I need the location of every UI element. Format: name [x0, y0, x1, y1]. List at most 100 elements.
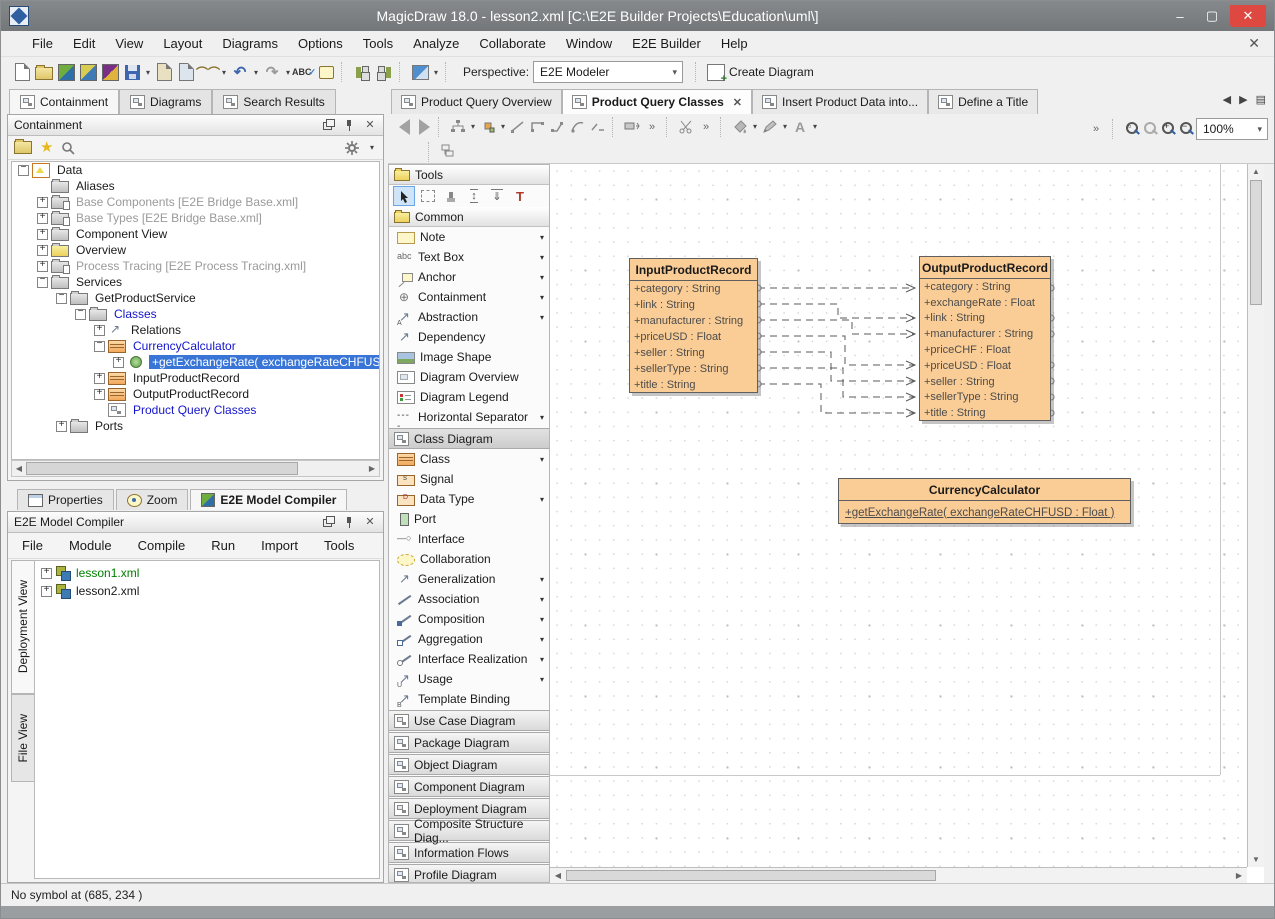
palette-item-composition[interactable]: Composition — [389, 609, 549, 629]
palette-item-containment[interactable]: Containment — [389, 287, 549, 307]
expander-icon[interactable] — [37, 197, 48, 208]
tree-item-classes[interactable]: Classes — [12, 306, 379, 322]
expander-icon[interactable] — [94, 389, 105, 400]
line-curve-icon[interactable] — [568, 117, 588, 137]
doc-tab-define-a-title[interactable]: Define a Title — [928, 89, 1038, 114]
tree-item-lesson1[interactable]: lesson1.xml — [35, 564, 379, 582]
quick-layout-dropdown-icon[interactable] — [498, 116, 508, 138]
dropdown-icon[interactable] — [535, 655, 549, 664]
dropdown-icon[interactable] — [535, 233, 549, 242]
zoom-out-icon[interactable]: − — [1178, 121, 1194, 137]
compiler-menu-tools[interactable]: Tools — [324, 538, 354, 553]
print-preview-button[interactable] — [175, 61, 197, 83]
tree-item-inputproductrecord[interactable]: InputProductRecord — [12, 370, 379, 386]
palette-item-note[interactable]: Note — [389, 227, 549, 247]
dropdown-icon[interactable] — [535, 675, 549, 684]
fill-color-dropdown-icon[interactable] — [750, 116, 760, 138]
scroll-left-icon[interactable]: ◀ — [12, 464, 26, 473]
containment-horizontal-scrollbar[interactable]: ◀ ▶ — [11, 460, 380, 477]
palette-item-abstraction[interactable]: Abstraction — [389, 307, 549, 327]
attribute[interactable]: +category : String — [630, 281, 757, 297]
perspective-combobox[interactable]: E2E Modeler — [533, 61, 683, 83]
expander-icon[interactable] — [18, 165, 29, 176]
tab-deployment-view[interactable]: Deployment View — [11, 560, 35, 694]
palette-section-use-case-diagram[interactable]: Use Case Diagram — [389, 710, 549, 731]
e2e-bridge-icon[interactable] — [55, 61, 77, 83]
tab-scroll-left-icon[interactable]: ◀ — [1223, 93, 1231, 106]
zoom-level-combobox[interactable]: 100% — [1196, 118, 1268, 140]
menu-file[interactable]: File — [23, 33, 62, 54]
comment-button[interactable] — [315, 61, 337, 83]
menubar-close-icon[interactable]: ✕ — [1248, 35, 1260, 52]
spelling-button[interactable]: ABC — [293, 61, 315, 83]
print-button[interactable] — [153, 61, 175, 83]
attribute[interactable]: +sellerType : String — [920, 390, 1050, 406]
expander-icon[interactable] — [94, 373, 105, 384]
scroll-right-icon[interactable]: ▶ — [365, 464, 379, 473]
palette-section-class-diagram[interactable]: Class Diagram — [389, 428, 549, 449]
palette-item-data-type[interactable]: Data Type — [389, 489, 549, 509]
menu-e2e-builder[interactable]: E2E Builder — [623, 33, 710, 54]
transform-button[interactable] — [409, 61, 431, 83]
tree-item-relations[interactable]: Relations — [12, 322, 379, 338]
palette-item-template-binding[interactable]: Template Binding — [389, 689, 549, 709]
operation[interactable]: +getExchangeRate( exchangeRateCHFUSD : F… — [839, 501, 1130, 524]
show-containment-icon[interactable] — [438, 142, 458, 162]
settings-gear-icon[interactable] — [345, 141, 359, 155]
palette-section-tools[interactable]: Tools — [389, 165, 549, 185]
expander-icon[interactable] — [41, 586, 52, 597]
resize-overflow-icon[interactable] — [642, 117, 662, 137]
expander-icon[interactable] — [113, 357, 124, 368]
scrollbar-thumb[interactable] — [1250, 180, 1262, 305]
new-project-button[interactable] — [11, 61, 33, 83]
tree-item-lesson2[interactable]: lesson2.xml — [35, 582, 379, 600]
tree-item-currencycalculator[interactable]: CurrencyCalculator — [12, 338, 379, 354]
attribute[interactable]: +priceUSD : Float — [630, 329, 757, 345]
float-panel-icon[interactable] — [321, 516, 335, 528]
tree-item-overview[interactable]: Overview — [12, 242, 379, 258]
close-panel-icon[interactable]: ✕ — [363, 516, 377, 528]
palette-item-usage[interactable]: Usage — [389, 669, 549, 689]
dropdown-icon[interactable] — [535, 413, 549, 422]
attribute[interactable]: +exchangeRate : Float — [920, 295, 1050, 311]
diagram-canvas[interactable]: InputProductRecord +category : String +l… — [550, 164, 1247, 867]
tab-close-icon[interactable]: ✕ — [733, 96, 742, 109]
open-project-button[interactable] — [33, 61, 55, 83]
expander-icon[interactable] — [37, 245, 48, 256]
scroll-left-icon[interactable]: ◀ — [550, 868, 566, 883]
menu-edit[interactable]: Edit — [64, 33, 104, 54]
tab-containment[interactable]: Containment — [9, 89, 119, 114]
tree-item-product-query-classes[interactable]: Product Query Classes — [12, 402, 379, 418]
attribute[interactable]: +link : String — [920, 311, 1050, 327]
attribute[interactable]: +priceUSD : Float — [920, 358, 1050, 374]
open-in-tree-icon[interactable] — [14, 141, 32, 154]
pen-color-dropdown-icon[interactable] — [780, 116, 790, 138]
tree-item-outputproductrecord[interactable]: OutputProductRecord — [12, 386, 379, 402]
expander-icon[interactable] — [37, 277, 48, 288]
attribute[interactable]: +manufacturer : String — [920, 326, 1050, 342]
tree-item-base-components[interactable]: Base Components [E2E Bridge Base.xml] — [12, 194, 379, 210]
expander-icon[interactable] — [56, 293, 67, 304]
pen-color-icon[interactable] — [760, 117, 780, 137]
canvas-horizontal-scrollbar[interactable]: ◀ ▶ — [550, 867, 1247, 883]
attribute[interactable]: +sellerType : String — [630, 361, 757, 377]
menu-layout[interactable]: Layout — [154, 33, 211, 54]
compiler-menu-module[interactable]: Module — [69, 538, 112, 553]
expander-icon[interactable] — [37, 213, 48, 224]
class-outputproductrecord[interactable]: OutputProductRecord +category : String +… — [919, 256, 1051, 421]
dropdown-icon[interactable] — [535, 313, 549, 322]
class-currencycalculator[interactable]: CurrencyCalculator +getExchangeRate( exc… — [838, 478, 1131, 524]
sticky-tool[interactable] — [441, 187, 461, 205]
palette-item-anchor[interactable]: Anchor — [389, 267, 549, 287]
toolbar-overflow-icon[interactable] — [1086, 119, 1106, 139]
palette-section-component-diagram[interactable]: Component Diagram — [389, 776, 549, 797]
class-inputproductrecord[interactable]: InputProductRecord +category : String +l… — [629, 258, 758, 393]
palette-item-horizontal-separator[interactable]: Horizontal Separator — [389, 407, 549, 427]
find-dropdown-icon[interactable] — [219, 61, 229, 83]
e2e-import-icon[interactable] — [77, 61, 99, 83]
rubber-band-tool[interactable] — [418, 187, 438, 205]
palette-item-interface-realization[interactable]: Interface Realization — [389, 649, 549, 669]
scissors-overflow-icon[interactable] — [696, 117, 716, 137]
attribute[interactable]: +title : String — [920, 405, 1050, 421]
font-icon[interactable]: A — [790, 117, 810, 137]
